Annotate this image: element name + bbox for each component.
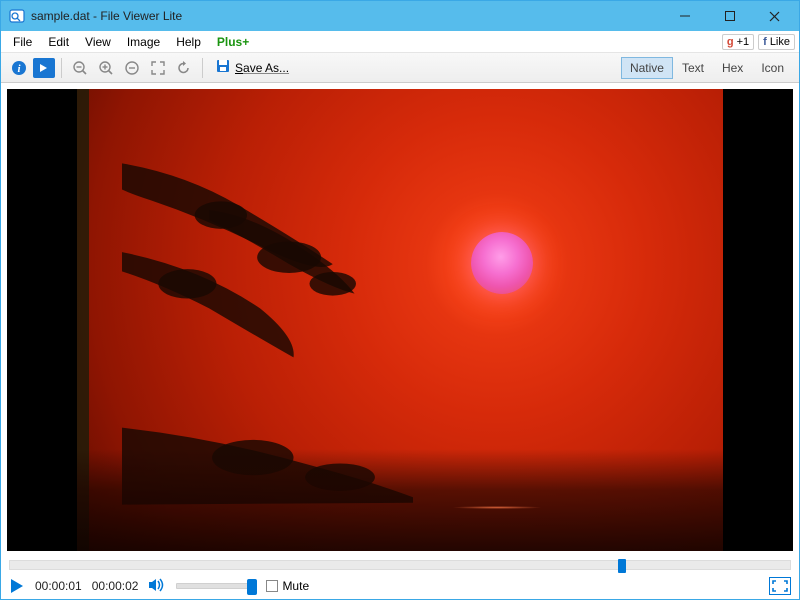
seek-thumb[interactable] [618, 559, 626, 573]
menu-plus[interactable]: Plus+ [209, 33, 257, 51]
save-as-button[interactable]: Save As... [209, 58, 295, 77]
volume-thumb[interactable] [247, 579, 257, 595]
info-button[interactable]: i [7, 56, 31, 80]
save-as-label: Save As... [235, 61, 289, 75]
play-button[interactable] [9, 578, 25, 594]
view-tabs: Native Text Hex Icon [621, 57, 793, 79]
separator [202, 58, 203, 78]
playback-controls: 00:00:01 00:00:02 Mute [1, 573, 799, 599]
zoom-out-button[interactable] [68, 56, 92, 80]
tab-text[interactable]: Text [673, 57, 713, 79]
menubar: File Edit View Image Help Plus+ g+1 fLik… [1, 31, 799, 53]
facebook-like-button[interactable]: fLike [758, 34, 795, 50]
maximize-button[interactable] [707, 2, 752, 30]
total-time: 00:00:02 [92, 579, 139, 593]
app-icon [9, 8, 25, 24]
google-plus-button[interactable]: g+1 [722, 34, 754, 50]
fullscreen-button[interactable] [769, 577, 791, 595]
mute-label: Mute [282, 579, 309, 593]
minimize-button[interactable] [662, 2, 707, 30]
tab-icon[interactable]: Icon [752, 57, 793, 79]
seek-bar[interactable] [1, 557, 799, 573]
current-time: 00:00:01 [35, 579, 82, 593]
titlebar: sample.dat - File Viewer Lite [1, 1, 799, 31]
menu-help[interactable]: Help [168, 33, 209, 51]
facebook-icon: f [763, 36, 767, 48]
seek-track[interactable] [9, 560, 791, 570]
menu-view[interactable]: View [77, 33, 119, 51]
video-frame-image [77, 89, 723, 551]
menu-file[interactable]: File [5, 33, 40, 51]
mute-checkbox[interactable]: Mute [266, 579, 309, 593]
menu-image[interactable]: Image [119, 33, 168, 51]
toolbar: i Save As... Native Text Hex Icon [1, 53, 799, 83]
gplus-icon: g [727, 36, 734, 48]
rotate-button[interactable] [172, 56, 196, 80]
tab-native[interactable]: Native [621, 57, 673, 79]
video-viewport[interactable] [7, 89, 793, 551]
close-button[interactable] [752, 2, 797, 30]
checkbox-box[interactable] [266, 580, 278, 592]
volume-slider[interactable] [176, 583, 256, 589]
content-area [1, 83, 799, 557]
go-button[interactable] [33, 58, 55, 78]
menu-edit[interactable]: Edit [40, 33, 77, 51]
window-controls [662, 2, 797, 30]
tab-hex[interactable]: Hex [713, 57, 752, 79]
window-title: sample.dat - File Viewer Lite [31, 9, 662, 23]
expand-button[interactable] [146, 56, 170, 80]
volume-icon[interactable] [148, 577, 166, 596]
zoom-in-button[interactable] [94, 56, 118, 80]
fit-button[interactable] [120, 56, 144, 80]
separator [61, 58, 62, 78]
save-icon [215, 58, 231, 77]
